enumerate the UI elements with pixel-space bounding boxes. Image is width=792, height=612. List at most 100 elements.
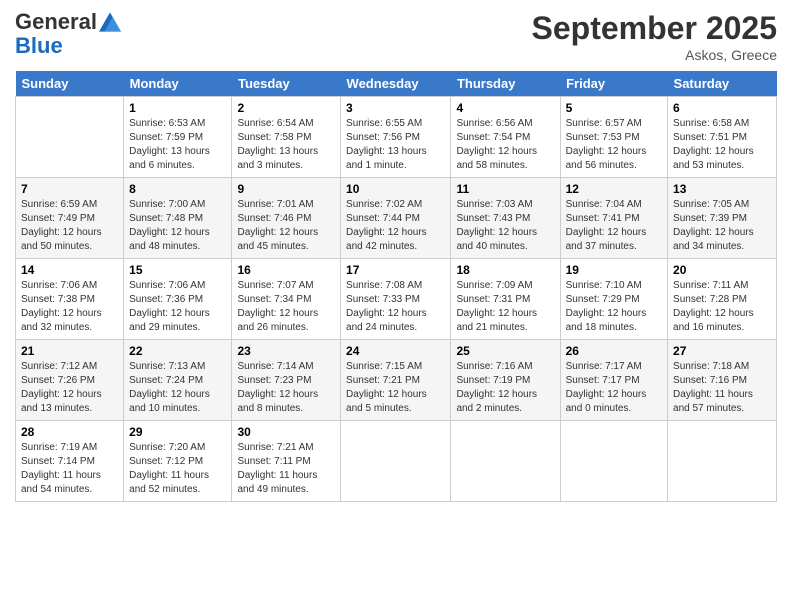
cell-content: Sunrise: 6:53 AM Sunset: 7:59 PM Dayligh… <box>129 117 226 173</box>
sunset-text: Sunset: 7:34 PM <box>237 293 335 307</box>
sunset-text: Sunset: 7:23 PM <box>237 374 335 388</box>
sunset-text: Sunset: 7:12 PM <box>129 455 226 469</box>
table-row: 30 Sunrise: 7:21 AM Sunset: 7:11 PM Dayl… <box>232 421 341 502</box>
sunrise-text: Sunrise: 7:01 AM <box>237 198 335 212</box>
day-number: 26 <box>566 344 662 358</box>
cell-content: Sunrise: 7:12 AM Sunset: 7:26 PM Dayligh… <box>21 360 118 416</box>
day-number: 4 <box>456 101 554 115</box>
header-thursday: Thursday <box>451 71 560 97</box>
sunset-text: Sunset: 7:29 PM <box>566 293 662 307</box>
table-row: 27 Sunrise: 7:18 AM Sunset: 7:16 PM Dayl… <box>668 340 777 421</box>
daylight-text: Daylight: 11 hours and 52 minutes. <box>129 469 226 497</box>
day-number: 1 <box>129 101 226 115</box>
week-row-5: 28 Sunrise: 7:19 AM Sunset: 7:14 PM Dayl… <box>16 421 777 502</box>
page-title: September 2025 <box>532 10 777 47</box>
table-row: 16 Sunrise: 7:07 AM Sunset: 7:34 PM Dayl… <box>232 259 341 340</box>
daylight-text: Daylight: 12 hours and 8 minutes. <box>237 388 335 416</box>
table-row: 12 Sunrise: 7:04 AM Sunset: 7:41 PM Dayl… <box>560 178 667 259</box>
table-row: 24 Sunrise: 7:15 AM Sunset: 7:21 PM Dayl… <box>341 340 451 421</box>
page: General Blue September 2025 Askos, Greec… <box>0 0 792 612</box>
daylight-text: Daylight: 12 hours and 50 minutes. <box>21 226 118 254</box>
day-number: 14 <box>21 263 118 277</box>
day-number: 12 <box>566 182 662 196</box>
title-area: September 2025 Askos, Greece <box>532 10 777 63</box>
sunrise-text: Sunrise: 6:57 AM <box>566 117 662 131</box>
cell-content: Sunrise: 7:00 AM Sunset: 7:48 PM Dayligh… <box>129 198 226 254</box>
logo: General Blue <box>15 10 121 58</box>
sunset-text: Sunset: 7:17 PM <box>566 374 662 388</box>
sunset-text: Sunset: 7:33 PM <box>346 293 445 307</box>
day-number: 22 <box>129 344 226 358</box>
table-row: 22 Sunrise: 7:13 AM Sunset: 7:24 PM Dayl… <box>124 340 232 421</box>
sunrise-text: Sunrise: 7:18 AM <box>673 360 771 374</box>
cell-content: Sunrise: 7:09 AM Sunset: 7:31 PM Dayligh… <box>456 279 554 335</box>
header-monday: Monday <box>124 71 232 97</box>
sunset-text: Sunset: 7:24 PM <box>129 374 226 388</box>
sunrise-text: Sunrise: 7:19 AM <box>21 441 118 455</box>
cell-content: Sunrise: 7:01 AM Sunset: 7:46 PM Dayligh… <box>237 198 335 254</box>
cell-content: Sunrise: 6:54 AM Sunset: 7:58 PM Dayligh… <box>237 117 335 173</box>
sunset-text: Sunset: 7:28 PM <box>673 293 771 307</box>
sunrise-text: Sunrise: 7:15 AM <box>346 360 445 374</box>
logo-text-general: General <box>15 10 97 34</box>
week-row-2: 7 Sunrise: 6:59 AM Sunset: 7:49 PM Dayli… <box>16 178 777 259</box>
cell-content: Sunrise: 7:16 AM Sunset: 7:19 PM Dayligh… <box>456 360 554 416</box>
table-row: 1 Sunrise: 6:53 AM Sunset: 7:59 PM Dayli… <box>124 97 232 178</box>
table-row: 19 Sunrise: 7:10 AM Sunset: 7:29 PM Dayl… <box>560 259 667 340</box>
day-number: 5 <box>566 101 662 115</box>
week-row-4: 21 Sunrise: 7:12 AM Sunset: 7:26 PM Dayl… <box>16 340 777 421</box>
daylight-text: Daylight: 12 hours and 18 minutes. <box>566 307 662 335</box>
day-number: 28 <box>21 425 118 439</box>
sunrise-text: Sunrise: 7:11 AM <box>673 279 771 293</box>
day-number: 27 <box>673 344 771 358</box>
sunset-text: Sunset: 7:16 PM <box>673 374 771 388</box>
header-friday: Friday <box>560 71 667 97</box>
table-row: 13 Sunrise: 7:05 AM Sunset: 7:39 PM Dayl… <box>668 178 777 259</box>
table-row: 20 Sunrise: 7:11 AM Sunset: 7:28 PM Dayl… <box>668 259 777 340</box>
calendar-table: Sunday Monday Tuesday Wednesday Thursday… <box>15 71 777 502</box>
daylight-text: Daylight: 12 hours and 32 minutes. <box>21 307 118 335</box>
cell-content: Sunrise: 7:21 AM Sunset: 7:11 PM Dayligh… <box>237 441 335 497</box>
daylight-text: Daylight: 12 hours and 34 minutes. <box>673 226 771 254</box>
sunrise-text: Sunrise: 7:20 AM <box>129 441 226 455</box>
cell-content: Sunrise: 6:55 AM Sunset: 7:56 PM Dayligh… <box>346 117 445 173</box>
sunset-text: Sunset: 7:53 PM <box>566 131 662 145</box>
sunset-text: Sunset: 7:38 PM <box>21 293 118 307</box>
sunset-text: Sunset: 7:31 PM <box>456 293 554 307</box>
header-saturday: Saturday <box>668 71 777 97</box>
sunrise-text: Sunrise: 6:56 AM <box>456 117 554 131</box>
cell-content: Sunrise: 6:59 AM Sunset: 7:49 PM Dayligh… <box>21 198 118 254</box>
day-number: 30 <box>237 425 335 439</box>
sunset-text: Sunset: 7:21 PM <box>346 374 445 388</box>
day-number: 9 <box>237 182 335 196</box>
sunset-text: Sunset: 7:11 PM <box>237 455 335 469</box>
table-row: 9 Sunrise: 7:01 AM Sunset: 7:46 PM Dayli… <box>232 178 341 259</box>
sunset-text: Sunset: 7:56 PM <box>346 131 445 145</box>
table-row: 28 Sunrise: 7:19 AM Sunset: 7:14 PM Dayl… <box>16 421 124 502</box>
sunrise-text: Sunrise: 7:09 AM <box>456 279 554 293</box>
table-row: 2 Sunrise: 6:54 AM Sunset: 7:58 PM Dayli… <box>232 97 341 178</box>
cell-content: Sunrise: 7:03 AM Sunset: 7:43 PM Dayligh… <box>456 198 554 254</box>
table-row: 3 Sunrise: 6:55 AM Sunset: 7:56 PM Dayli… <box>341 97 451 178</box>
daylight-text: Daylight: 12 hours and 10 minutes. <box>129 388 226 416</box>
sunset-text: Sunset: 7:54 PM <box>456 131 554 145</box>
sunset-text: Sunset: 7:51 PM <box>673 131 771 145</box>
sunrise-text: Sunrise: 7:21 AM <box>237 441 335 455</box>
daylight-text: Daylight: 12 hours and 24 minutes. <box>346 307 445 335</box>
daylight-text: Daylight: 12 hours and 16 minutes. <box>673 307 771 335</box>
daylight-text: Daylight: 12 hours and 5 minutes. <box>346 388 445 416</box>
header: General Blue September 2025 Askos, Greec… <box>15 10 777 63</box>
table-row: 25 Sunrise: 7:16 AM Sunset: 7:19 PM Dayl… <box>451 340 560 421</box>
daylight-text: Daylight: 13 hours and 6 minutes. <box>129 145 226 173</box>
table-row: 17 Sunrise: 7:08 AM Sunset: 7:33 PM Dayl… <box>341 259 451 340</box>
table-row: 10 Sunrise: 7:02 AM Sunset: 7:44 PM Dayl… <box>341 178 451 259</box>
header-wednesday: Wednesday <box>341 71 451 97</box>
daylight-text: Daylight: 12 hours and 29 minutes. <box>129 307 226 335</box>
header-sunday: Sunday <box>16 71 124 97</box>
cell-content: Sunrise: 7:13 AM Sunset: 7:24 PM Dayligh… <box>129 360 226 416</box>
cell-content: Sunrise: 7:10 AM Sunset: 7:29 PM Dayligh… <box>566 279 662 335</box>
table-row <box>16 97 124 178</box>
table-row: 4 Sunrise: 6:56 AM Sunset: 7:54 PM Dayli… <box>451 97 560 178</box>
week-row-3: 14 Sunrise: 7:06 AM Sunset: 7:38 PM Dayl… <box>16 259 777 340</box>
sunset-text: Sunset: 7:46 PM <box>237 212 335 226</box>
